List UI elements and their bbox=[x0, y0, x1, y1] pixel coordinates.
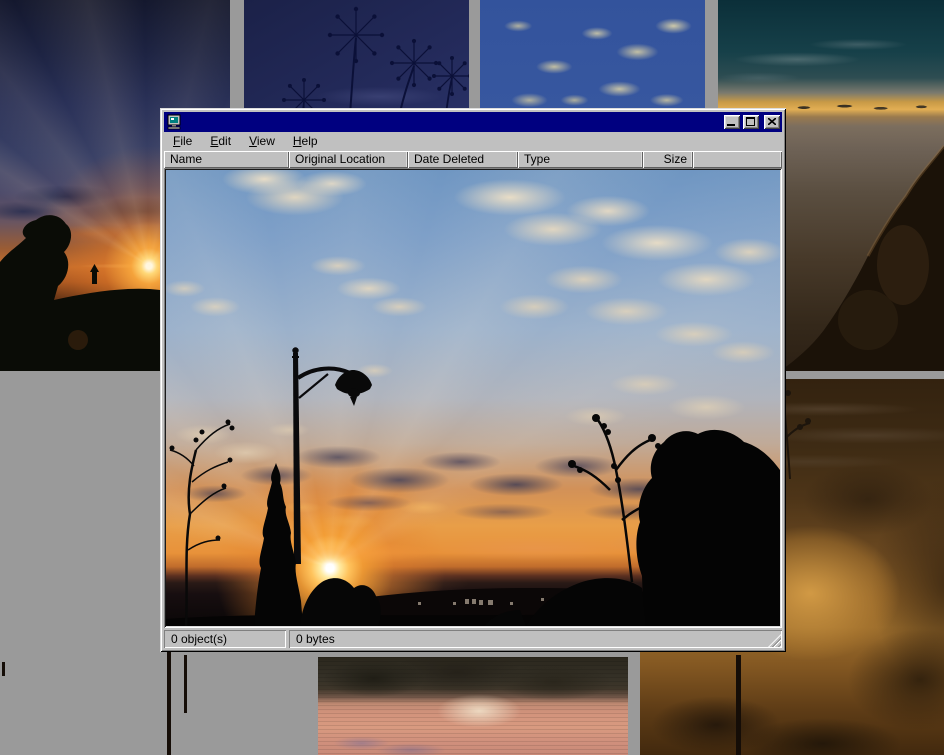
maximize-icon bbox=[746, 117, 755, 126]
resize-grip[interactable] bbox=[768, 634, 781, 647]
list-view-area[interactable] bbox=[164, 168, 782, 628]
status-bar: 0 object(s) 0 bytes bbox=[164, 630, 782, 648]
maximize-button[interactable] bbox=[743, 115, 759, 129]
right-trees-silhouette bbox=[636, 430, 780, 626]
column-header-type[interactable]: Type bbox=[518, 151, 643, 168]
menu-help[interactable]: Help bbox=[284, 132, 327, 151]
column-header-filler[interactable] bbox=[693, 151, 782, 168]
street-lamp-silhouette bbox=[292, 347, 372, 564]
client-photo bbox=[166, 170, 780, 626]
left-shrub-silhouette bbox=[170, 424, 230, 626]
menu-bar: File Edit View Help bbox=[164, 132, 782, 151]
status-size-text: 0 bytes bbox=[296, 632, 335, 646]
column-header-name[interactable]: Name bbox=[164, 151, 289, 168]
column-header-date-deleted[interactable]: Date Deleted bbox=[408, 151, 518, 168]
lamp-post-pole bbox=[736, 655, 741, 755]
computer-icon[interactable] bbox=[166, 114, 182, 130]
status-object-count: 0 object(s) bbox=[164, 630, 286, 648]
desktop: File Edit View Help Name Original Locati… bbox=[0, 0, 944, 755]
wallpaper-tile-pink-reflection bbox=[318, 657, 628, 755]
status-total-size: 0 bytes bbox=[289, 630, 782, 648]
menu-edit[interactable]: Edit bbox=[201, 132, 240, 151]
menu-view[interactable]: View bbox=[240, 132, 284, 151]
lake-pole bbox=[167, 645, 171, 755]
foreground-silhouettes bbox=[166, 170, 780, 626]
titlebar[interactable] bbox=[164, 112, 782, 132]
column-header-row: Name Original Location Date Deleted Type… bbox=[164, 151, 782, 168]
column-header-size[interactable]: Size bbox=[643, 151, 693, 168]
lake-pole bbox=[184, 655, 187, 713]
close-icon bbox=[768, 118, 776, 125]
column-header-original-location[interactable]: Original Location bbox=[289, 151, 408, 168]
minimize-icon bbox=[727, 124, 735, 126]
minimize-button[interactable] bbox=[724, 115, 740, 129]
recycle-bin-window: File Edit View Help Name Original Locati… bbox=[160, 108, 786, 652]
lake-pole bbox=[2, 662, 5, 676]
menu-file[interactable]: File bbox=[164, 132, 201, 151]
close-button[interactable] bbox=[764, 115, 780, 129]
